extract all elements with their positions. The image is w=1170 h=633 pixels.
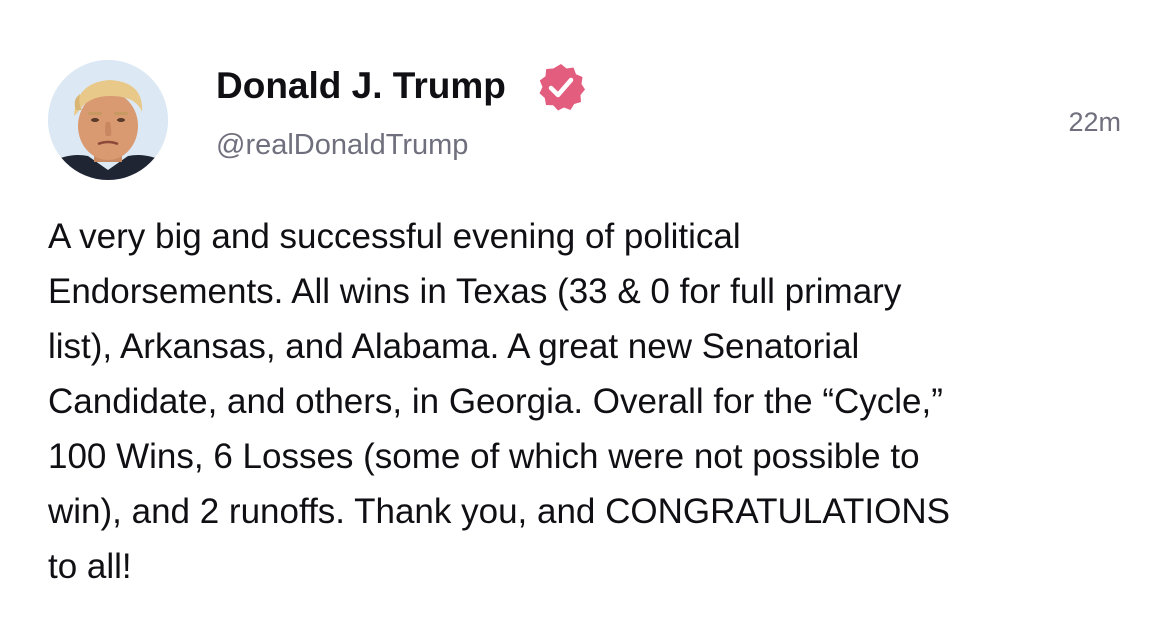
avatar-image (48, 60, 168, 180)
post-body: A very big and successful evening of pol… (48, 209, 950, 594)
post-text-line: A very big and successful evening of pol… (48, 217, 741, 256)
post-text-line: 100 Wins, 6 Losses (some of which were n… (48, 437, 920, 476)
post-text-line: Candidate, and others, in Georgia. Overa… (48, 382, 943, 421)
author-handle[interactable]: @realDonaldTrump (216, 127, 468, 163)
post-timestamp[interactable]: 22m (1068, 105, 1121, 139)
verified-badge-icon (536, 62, 586, 112)
post-text-line: win), and 2 runoffs. Thank you, and CONG… (48, 492, 950, 531)
post-card: Donald J. Trump @realDonaldTrump 22m A v… (0, 0, 1170, 633)
post-text-line: list), Arkansas, and Alabama. A great ne… (48, 327, 860, 366)
post-text-line: Endorsements. All wins in Texas (33 & 0 … (48, 272, 902, 311)
post-text-line: to all! (48, 547, 132, 586)
avatar[interactable] (48, 60, 168, 180)
author-display-name[interactable]: Donald J. Trump (216, 64, 506, 108)
